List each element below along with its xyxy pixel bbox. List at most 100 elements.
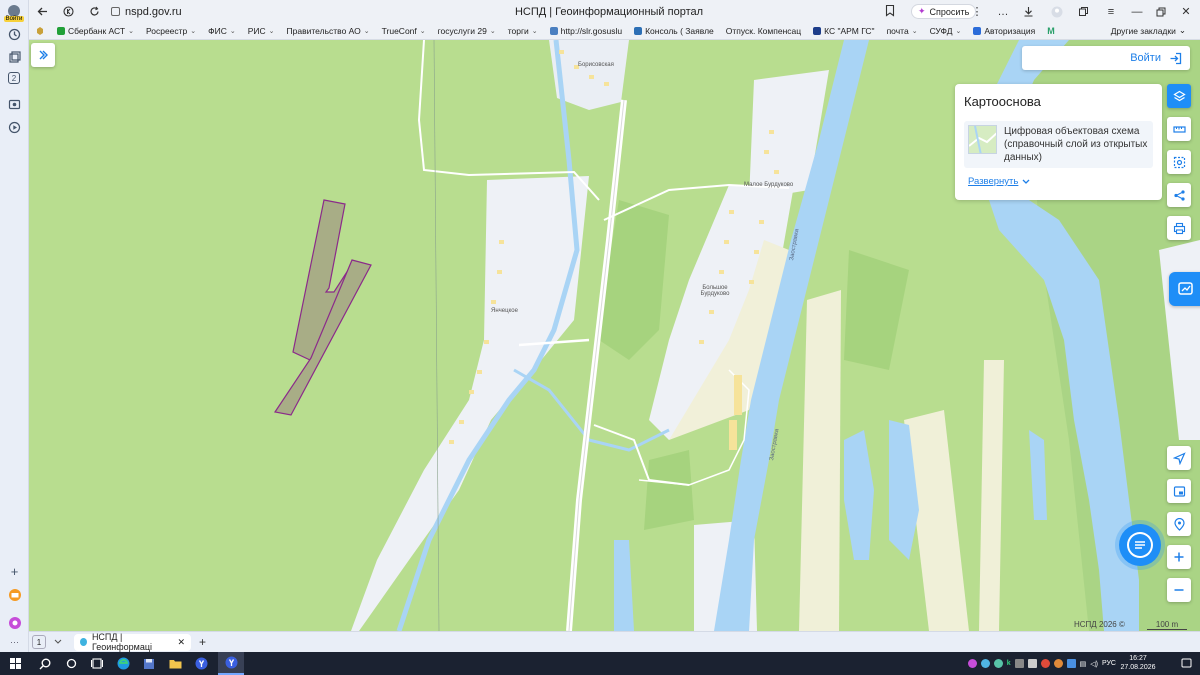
download-button[interactable] [1015, 0, 1041, 23]
tray-language[interactable]: РУС [1102, 660, 1116, 667]
share-icon [1173, 189, 1185, 201]
tray-keyboard-icon[interactable] [1027, 659, 1037, 668]
tray-network-icon[interactable] [1066, 659, 1076, 668]
tabs-badge[interactable]: 2 [8, 72, 20, 84]
windows-taskbar: k ▤ ◁) РУС 16:27 27.08.2026 [0, 652, 1200, 675]
yandex-browser-active-icon[interactable] [218, 652, 244, 675]
basemap-toggle-button[interactable] [1167, 479, 1191, 503]
alice-app-icon[interactable] [6, 614, 23, 631]
save-app-icon[interactable] [138, 652, 160, 675]
bookmark-item[interactable]: СУФД ⌄ [924, 26, 968, 36]
basemap-layer-item[interactable]: Цифровая объектовая схема (справочный сл… [964, 121, 1153, 168]
search-icon[interactable] [34, 652, 56, 675]
bookmark-item[interactable]: почта ⌄ [881, 26, 924, 36]
clock-time: 16:27 [1129, 655, 1147, 662]
tray-update-icon[interactable] [1053, 659, 1063, 668]
side-widget-button[interactable] [1169, 272, 1200, 306]
m-app-icon: M [1047, 26, 1055, 36]
bookmark-item[interactable]: госуслуги 29 ⌄ [432, 26, 502, 36]
bookmark-item[interactable]: TrueConf ⌄ [376, 26, 432, 36]
play-icon[interactable] [6, 119, 23, 136]
back-button[interactable] [29, 0, 55, 23]
expand-sidebar-button[interactable] [31, 43, 55, 67]
media-icon[interactable] [6, 96, 23, 113]
location-search-button[interactable] [1167, 512, 1191, 536]
close-window-button[interactable]: ✕ [1173, 0, 1199, 23]
task-view-icon[interactable] [86, 652, 108, 675]
bookmark-icon[interactable] [885, 4, 895, 20]
hamburger-menu-icon[interactable]: ≡ [1098, 0, 1124, 23]
collections-icon[interactable] [6, 49, 23, 66]
profile-button[interactable]: Войти [3, 2, 25, 24]
chat-icon [1127, 532, 1153, 558]
close-tab-icon[interactable]: ✕ [177, 637, 185, 648]
file-explorer-icon[interactable] [164, 652, 186, 675]
reload-button[interactable] [81, 0, 107, 23]
ellipsis-menu-icon[interactable]: … [990, 0, 1016, 23]
add-icon[interactable]: + [6, 563, 23, 580]
bookmark-item[interactable]: торги ⌄ [502, 26, 544, 36]
print-button[interactable] [1167, 216, 1191, 240]
tray-app-icon[interactable] [993, 659, 1003, 668]
bookmark-item[interactable]: Авторизация [967, 26, 1041, 36]
tray-k-icon[interactable]: k [1007, 660, 1011, 667]
bookmark-label: TrueConf [381, 26, 417, 36]
other-bookmarks[interactable]: Другие закладки ⌄ [1111, 25, 1186, 36]
reload-icon [89, 6, 99, 16]
tray-wifi-icon[interactable]: ▤ [1080, 660, 1087, 668]
geolocation-button[interactable] [1167, 446, 1191, 470]
kebab-menu-icon[interactable]: ⋮ [964, 0, 990, 23]
edge-icon[interactable] [112, 652, 134, 675]
bookmark-item[interactable]: Росреестр ⌄ [140, 26, 202, 36]
history-icon[interactable] [6, 26, 23, 43]
mail-app-icon[interactable] [6, 586, 23, 603]
taskbar-clock[interactable]: 16:27 27.08.2026 [1118, 654, 1158, 672]
layers-button[interactable] [1167, 84, 1191, 108]
bookmark-item[interactable]: Сбербанк АСТ ⌄ [51, 26, 140, 36]
zoom-out-button[interactable] [1167, 578, 1191, 602]
select-area-button[interactable] [1167, 150, 1191, 174]
tab-count[interactable]: 1 [32, 635, 46, 649]
extensions-button[interactable] [1070, 0, 1096, 23]
bookmark-label: КС "АРМ ГС" [824, 26, 875, 36]
tray-volume-icon[interactable]: ◁) [1090, 660, 1098, 668]
map-scale: 100 m [1147, 620, 1187, 630]
more-icon[interactable]: ⋯ [6, 634, 23, 651]
bookmark-item[interactable]: КС "АРМ ГС" [807, 26, 880, 36]
new-tab-button[interactable]: + [199, 635, 206, 649]
active-tab[interactable]: НСПД | Геоинформаці ✕ [74, 632, 191, 652]
bookmark-item[interactable]: Отпуск. Компенсац [720, 26, 807, 36]
chat-button[interactable] [1119, 524, 1161, 566]
bookmark-item[interactable]: ФИС ⌄ [202, 26, 242, 36]
ruler-button[interactable] [1167, 117, 1191, 141]
double-chevron-right-icon [39, 50, 48, 60]
bookmark-m-icon[interactable]: M [1041, 26, 1061, 36]
location-pin-icon [1173, 517, 1185, 531]
bookmark-item[interactable]: http://slr.gosuslu [544, 26, 628, 36]
restore-button[interactable] [1148, 0, 1174, 23]
yandex-browser-icon[interactable] [190, 652, 212, 675]
chevron-down-icon[interactable] [54, 639, 62, 645]
minimize-button[interactable]: — [1124, 0, 1150, 23]
share-button[interactable] [1167, 183, 1191, 207]
cortana-icon[interactable] [60, 652, 82, 675]
tray-antivirus-icon[interactable] [1040, 659, 1050, 668]
bookmark-item[interactable]: Консоль ( Заявле [628, 26, 720, 36]
address-bar[interactable]: nspd.gov.ru [111, 6, 411, 18]
bookmark-item[interactable]: РИС ⌄ [242, 26, 281, 36]
tray-globe-icon[interactable] [980, 659, 990, 668]
bookmark-emblem[interactable] [29, 26, 51, 36]
map-canvas[interactable]: Борисовская Янчецкое Малое Бурдуково Бол… [29, 40, 1200, 631]
tray-monitor-icon[interactable] [1014, 659, 1024, 668]
lock-icon [111, 7, 120, 16]
notifications-icon[interactable] [1181, 658, 1192, 672]
start-icon[interactable] [4, 652, 26, 675]
login-button[interactable]: Войти [1022, 46, 1190, 70]
yandex-button[interactable] [55, 0, 81, 23]
bookmark-item[interactable]: Правительство АО ⌄ [281, 26, 376, 36]
zoom-in-button[interactable] [1167, 545, 1191, 569]
expand-link[interactable]: Развернуть [968, 176, 1153, 187]
chevron-down-icon: ⌄ [229, 28, 236, 35]
profile-avatar-icon[interactable] [1044, 0, 1070, 23]
tray-alice-icon[interactable] [967, 659, 977, 668]
